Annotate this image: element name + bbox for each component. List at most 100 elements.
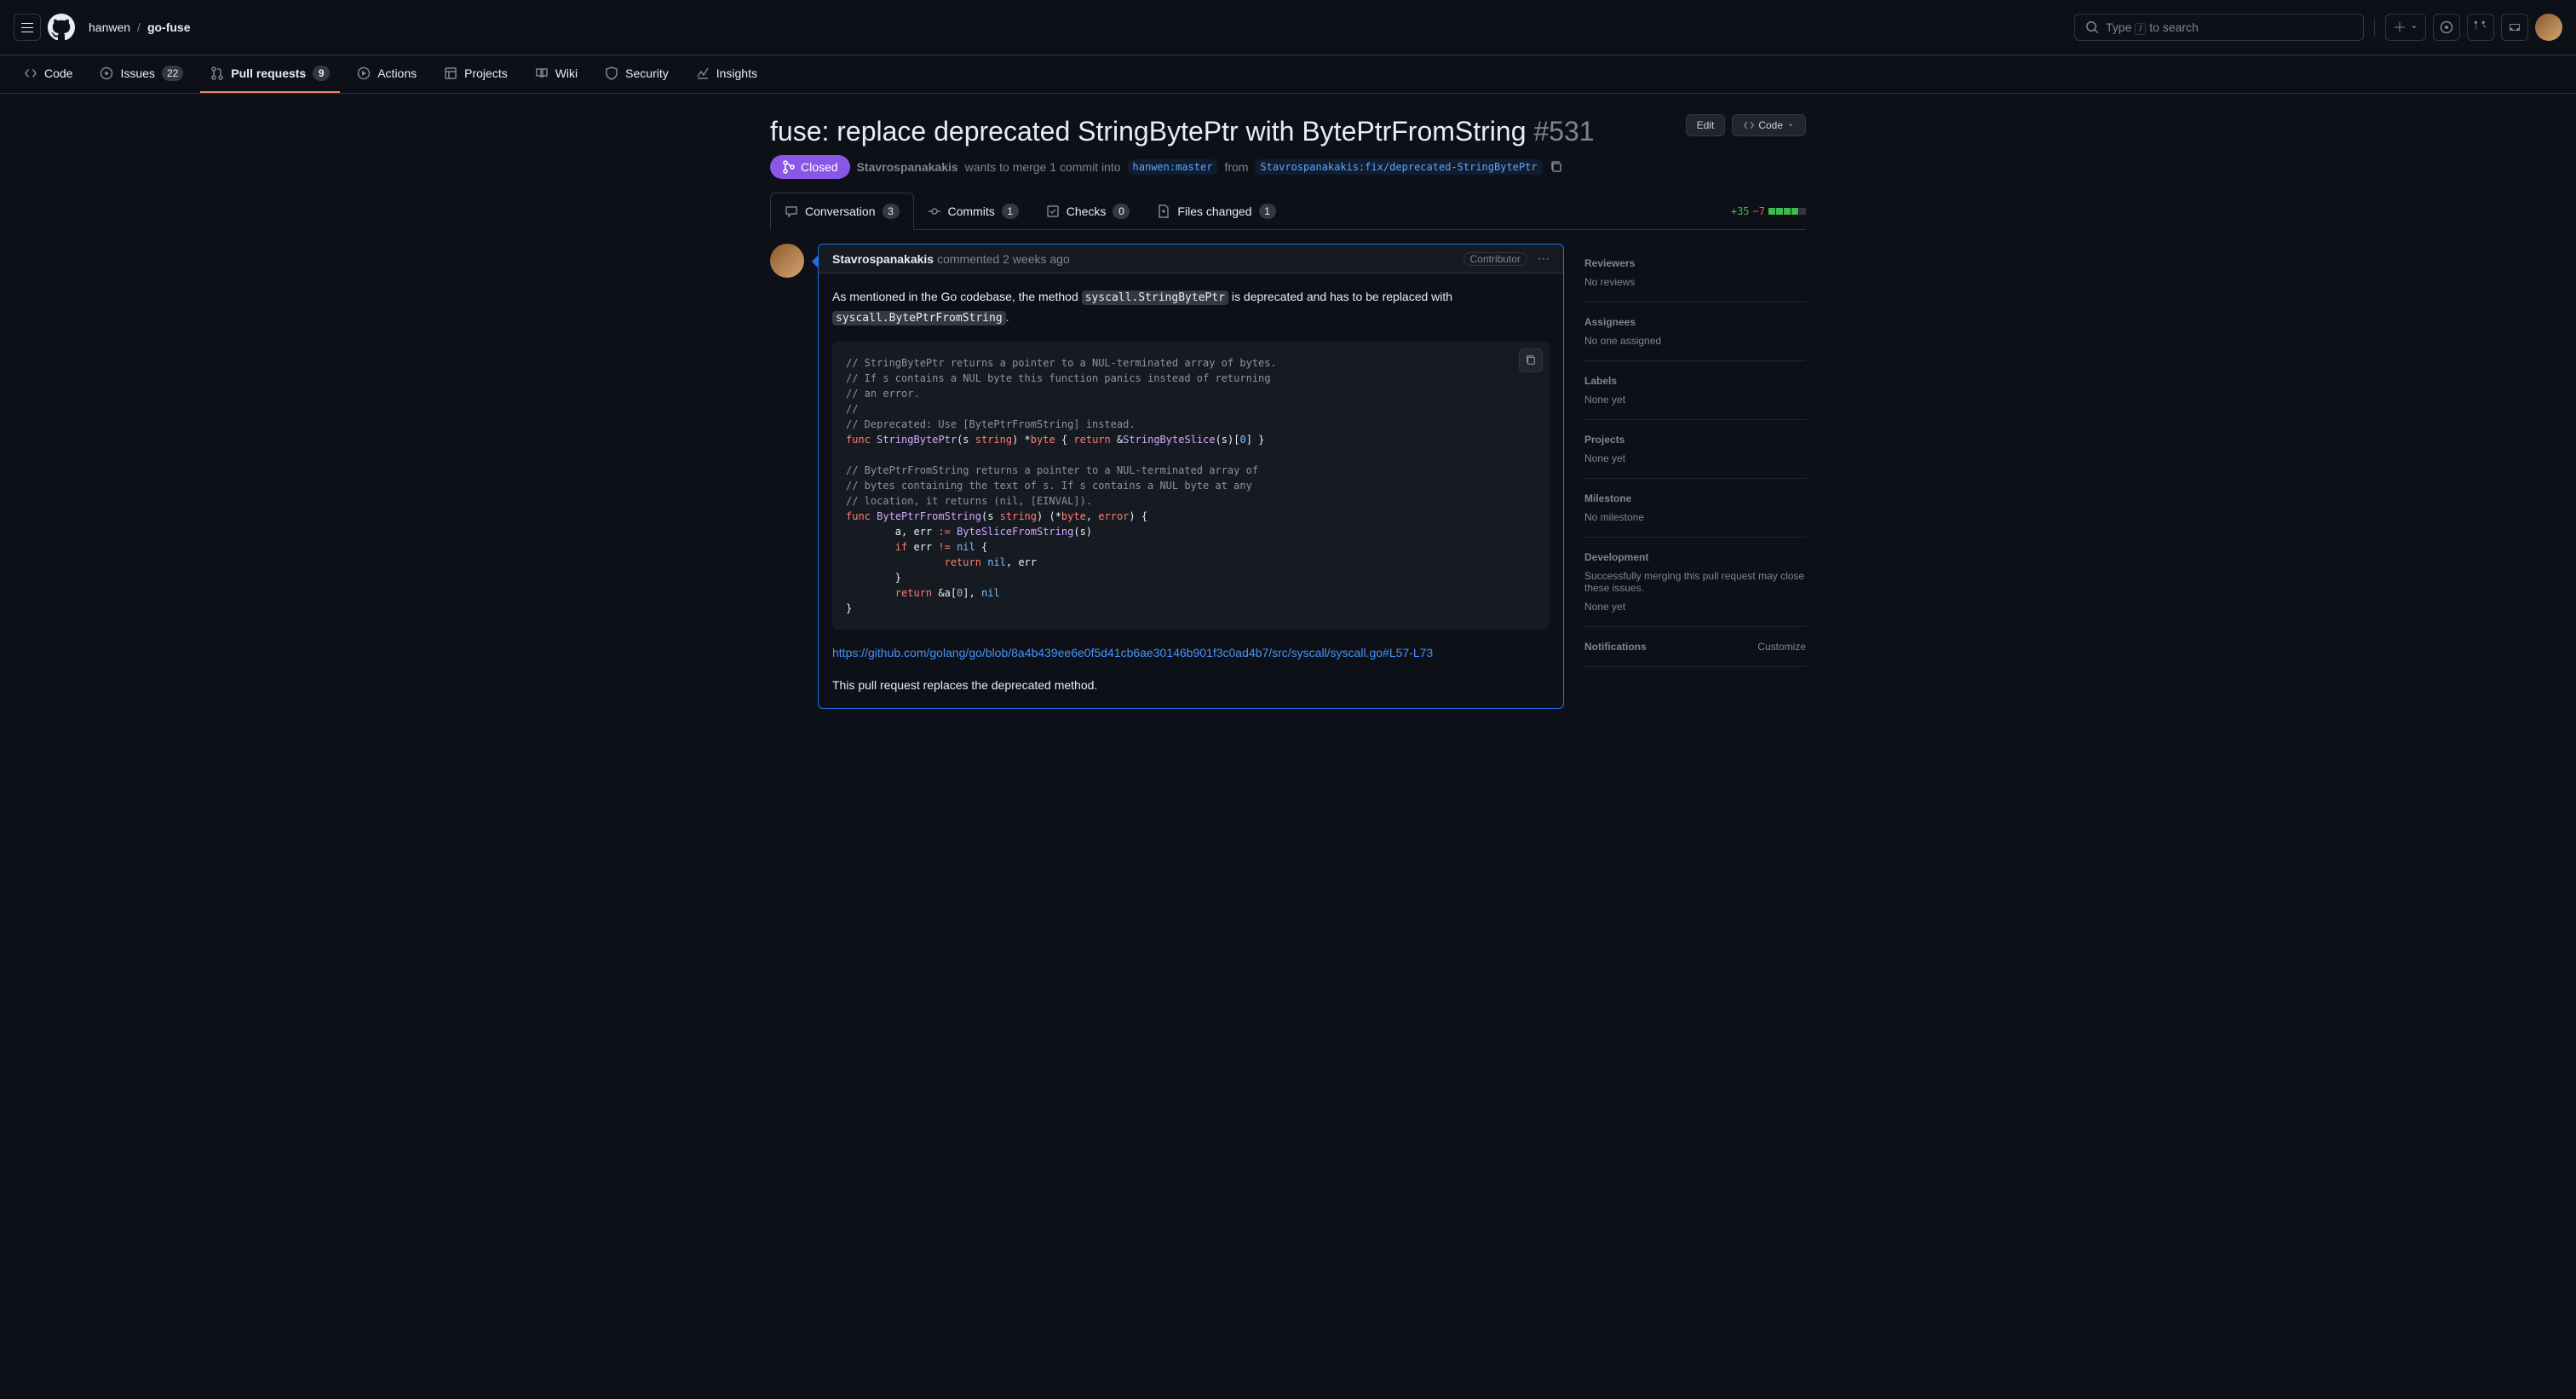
- tab-commits-label: Commits: [948, 204, 995, 218]
- check-icon: [1046, 204, 1060, 218]
- status-badge: Closed: [770, 155, 850, 179]
- code-block: // StringBytePtr returns a pointer to a …: [832, 342, 1550, 630]
- issue-icon: [2440, 20, 2453, 34]
- checks-count: 0: [1113, 204, 1130, 219]
- pull-request-icon: [2474, 20, 2487, 34]
- pr-wants-text: wants to merge 1 commit into: [965, 160, 1121, 174]
- merge-icon: [782, 160, 796, 174]
- tab-conversation-label: Conversation: [805, 204, 876, 218]
- sidebar-value: None yet: [1584, 452, 1806, 464]
- tab-commits[interactable]: Commits 1: [914, 193, 1032, 229]
- comment-text: This pull request replaces the deprecate…: [832, 678, 1097, 692]
- sidebar-assignees: Assignees No one assigned: [1584, 302, 1806, 361]
- sidebar-development: Development Successfully merging this pu…: [1584, 538, 1806, 627]
- sidebar-title: Assignees: [1584, 316, 1806, 328]
- pr-title-text: fuse: replace deprecated StringBytePtr w…: [770, 116, 1527, 147]
- sidebar-reviewers: Reviewers No reviews: [1584, 244, 1806, 302]
- commit-icon: [928, 204, 941, 218]
- sidebar-title: Labels: [1584, 375, 1806, 387]
- tab-files[interactable]: Files changed1: [1143, 193, 1289, 229]
- sidebar-title: Notifications: [1584, 641, 1647, 653]
- edit-button[interactable]: Edit: [1686, 114, 1726, 136]
- nav-projects[interactable]: Projects: [434, 56, 518, 92]
- comment-text: As mentioned in the Go codebase, the met…: [832, 290, 1078, 303]
- comment-box: Stavrospanakakis commented 2 weeks ago C…: [818, 244, 1564, 709]
- sidebar-labels: Labels None yet: [1584, 361, 1806, 420]
- copy-icon: [1525, 354, 1537, 366]
- sidebar-projects: Projects None yet: [1584, 420, 1806, 479]
- create-new-button[interactable]: [2385, 14, 2426, 41]
- issues-button[interactable]: [2433, 14, 2460, 41]
- comment: Stavrospanakakis commented 2 weeks ago C…: [770, 244, 1564, 709]
- sidebar-value: None yet: [1584, 601, 1806, 613]
- notifications-button[interactable]: [2501, 14, 2528, 41]
- nav-code-label: Code: [44, 66, 72, 80]
- diff-squares: [1768, 208, 1806, 215]
- contributor-badge: Contributor: [1463, 252, 1527, 266]
- sidebar-title: Projects: [1584, 434, 1806, 446]
- issue-icon: [100, 66, 113, 80]
- inline-code: syscall.BytePtrFromString: [832, 311, 1006, 325]
- nav-insights-label: Insights: [716, 66, 757, 80]
- inbox-icon: [2508, 20, 2521, 34]
- nav-actions[interactable]: Actions: [347, 56, 427, 92]
- customize-link[interactable]: Customize: [1757, 641, 1806, 653]
- nav-pulls[interactable]: Pull requests9: [200, 55, 340, 93]
- head-branch[interactable]: Stavrospanakakis:fix/deprecated-StringBy…: [1255, 159, 1542, 175]
- nav-wiki[interactable]: Wiki: [525, 56, 588, 92]
- files-count: 1: [1259, 204, 1276, 219]
- copy-icon[interactable]: [1550, 160, 1563, 174]
- nav-code[interactable]: Code: [14, 56, 83, 92]
- pr-tabs: Conversation 3 Commits 1 Checks0 Files cha…: [770, 193, 1806, 230]
- sidebar-title: Development: [1584, 551, 1806, 563]
- commits-count: 1: [1002, 204, 1019, 219]
- nav-security[interactable]: Security: [595, 56, 679, 92]
- hamburger-menu[interactable]: [14, 14, 41, 41]
- code-dropdown-button[interactable]: Code: [1732, 114, 1806, 136]
- nav-insights[interactable]: Insights: [686, 56, 768, 92]
- sidebar-notifications: Notifications Customize: [1584, 627, 1806, 667]
- table-icon: [444, 66, 457, 80]
- pull-request-icon: [210, 66, 224, 80]
- shield-icon: [605, 66, 618, 80]
- sidebar-value: Successfully merging this pull request m…: [1584, 570, 1806, 594]
- sidebar-milestone: Milestone No milestone: [1584, 479, 1806, 538]
- tab-checks[interactable]: Checks0: [1032, 193, 1144, 229]
- nav-issues-label: Issues: [120, 66, 154, 80]
- user-avatar[interactable]: [2535, 14, 2562, 41]
- search-placeholder-text: Type / to search: [2106, 20, 2199, 34]
- divider: [2374, 19, 2375, 36]
- nav-issues[interactable]: Issues 22: [89, 55, 193, 93]
- pr-from-text: from: [1224, 160, 1248, 174]
- inline-code: syscall.StringBytePtr: [1082, 291, 1228, 305]
- base-branch[interactable]: hanwen:master: [1128, 159, 1218, 175]
- book-icon: [535, 66, 549, 80]
- plus-icon: [2393, 20, 2406, 34]
- comment-menu-button[interactable]: ⋯: [1538, 251, 1550, 266]
- conversation-count: 3: [883, 204, 900, 219]
- nav-pulls-label: Pull requests: [231, 66, 306, 80]
- code-icon: [1743, 119, 1755, 131]
- hamburger-icon: [20, 20, 34, 34]
- search-input[interactable]: Type / to search: [2074, 14, 2364, 41]
- nav-actions-label: Actions: [377, 66, 417, 80]
- repo-nav: Code Issues 22 Pull requests9 Actions Pro…: [0, 55, 2576, 94]
- copy-code-button[interactable]: [1519, 348, 1543, 372]
- nav-security-label: Security: [625, 66, 669, 80]
- status-text: Closed: [801, 160, 838, 174]
- github-logo-icon[interactable]: [48, 14, 75, 41]
- breadcrumb-owner[interactable]: hanwen: [89, 20, 130, 34]
- breadcrumb-repo[interactable]: go-fuse: [147, 20, 191, 34]
- tab-conversation[interactable]: Conversation 3: [770, 193, 914, 230]
- comment-avatar[interactable]: [770, 244, 804, 278]
- pr-author[interactable]: Stavrospanakakis: [857, 160, 958, 174]
- issues-count: 22: [162, 66, 183, 81]
- comment-header: Stavrospanakakis commented 2 weeks ago C…: [819, 245, 1563, 273]
- reference-link[interactable]: https://github.com/golang/go/blob/8a4b43…: [832, 646, 1433, 659]
- pr-header: fuse: replace deprecated StringBytePtr w…: [770, 114, 1806, 148]
- nav-wiki-label: Wiki: [555, 66, 578, 80]
- comment-icon: [785, 204, 798, 218]
- global-header: hanwen / go-fuse Type / to search: [0, 0, 2576, 55]
- pulls-button[interactable]: [2467, 14, 2494, 41]
- comment-author[interactable]: Stavrospanakakis: [832, 252, 934, 266]
